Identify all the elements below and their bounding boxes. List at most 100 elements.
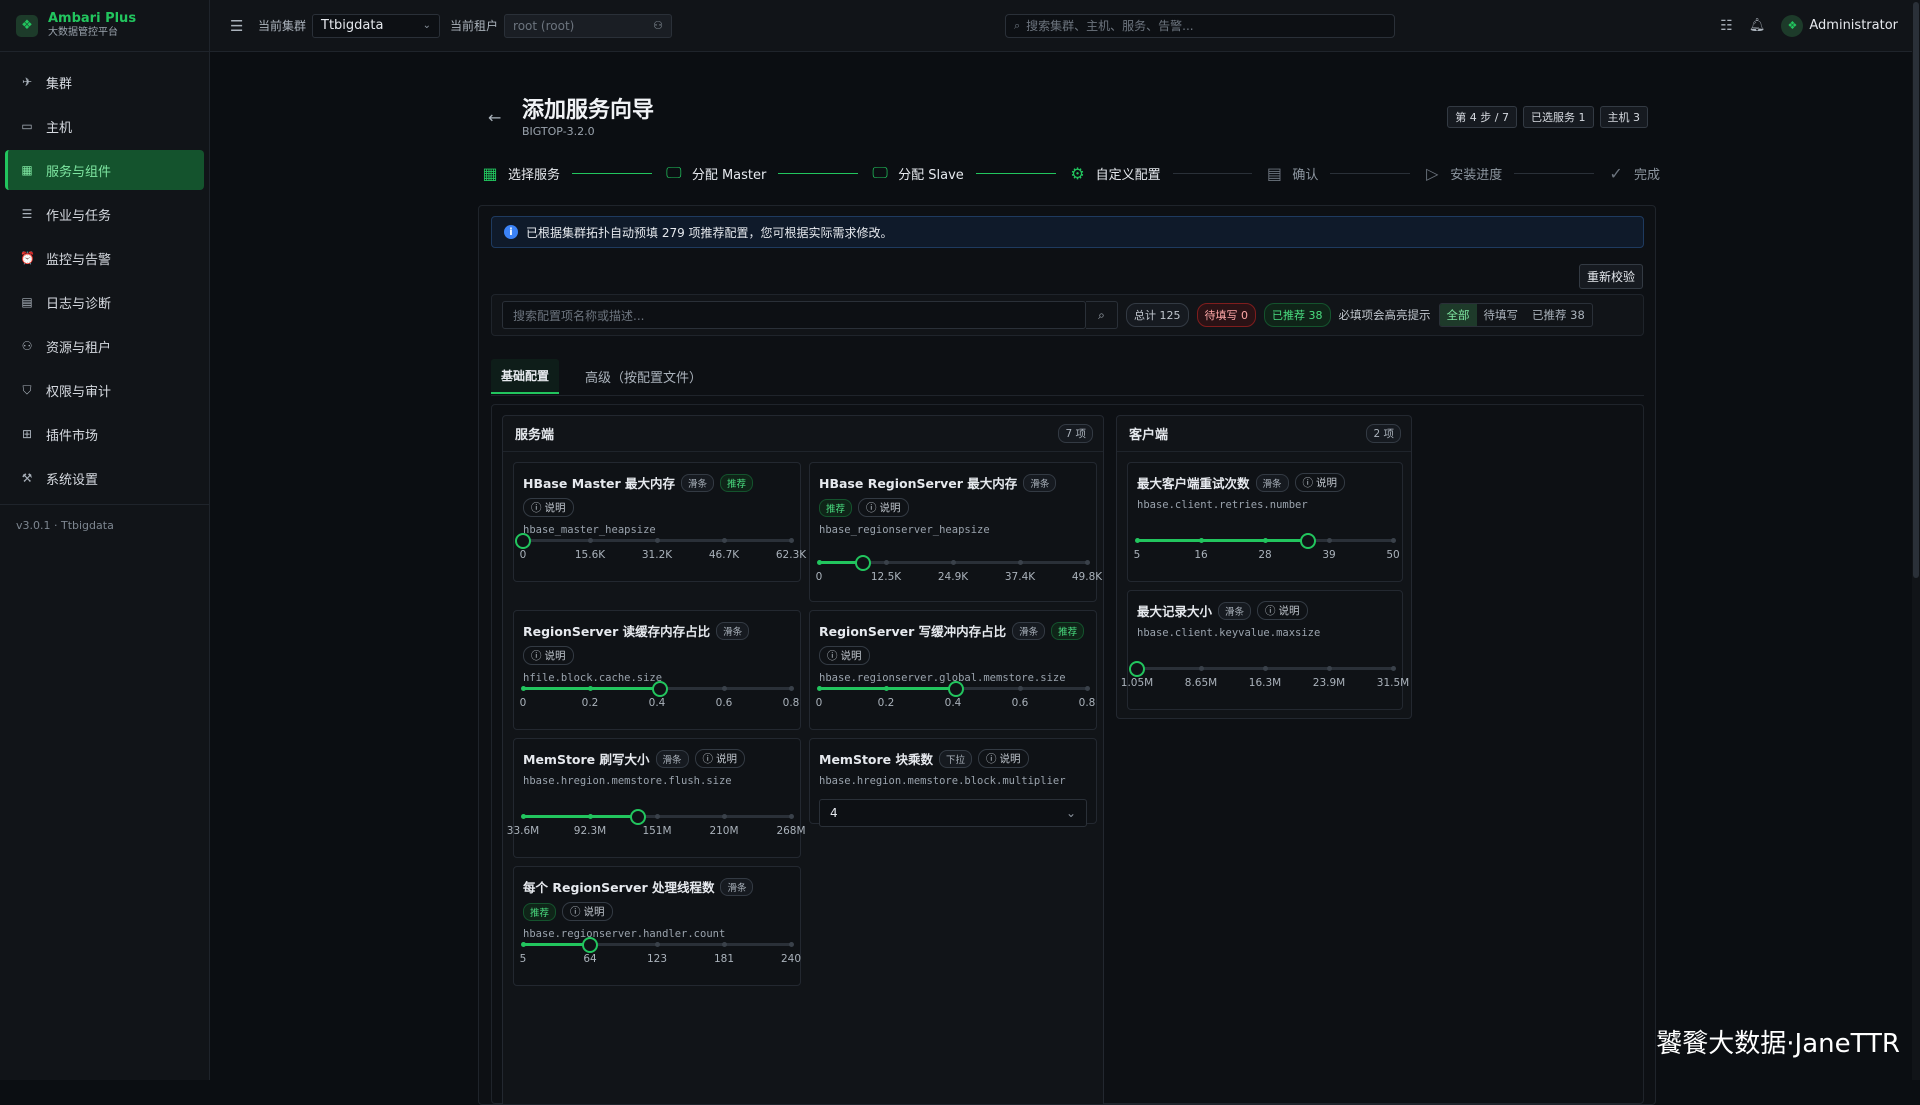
sidebar-item-plugins[interactable]: ⊞插件市场 [5,414,204,454]
user-tree-icon: ⚇ [653,19,663,32]
explain-button[interactable]: ⓘ说明 [819,646,870,665]
config-slider[interactable]: 1.05M8.65M16.3M23.9M31.5M [1137,658,1393,688]
explain-label: 说明 [584,904,605,919]
config-slider[interactable]: 564123181240 [523,934,791,964]
pending-count-pill: 待填写 0 [1197,303,1257,327]
filter-pending[interactable]: 待填写 [1477,304,1526,326]
slider-mark-label: 50 [1386,549,1399,561]
slider-mark-label: 16.3M [1249,677,1281,689]
config-slider[interactable]: 33.6M92.3M151M210M268M [523,806,791,836]
config-search-input[interactable]: 搜索配置项名称或描述... [502,301,1086,329]
config-title: MemStore 刷写大小 [523,749,650,768]
config-card-header: 每个 RegionServer 处理线程数滑条推荐ⓘ说明 [523,877,792,921]
slider-mark-label: 39 [1322,549,1335,561]
step-install-progress: ▷安装进度 [1422,163,1502,183]
sidebar-item-resources[interactable]: ⚇资源与租户 [5,326,204,366]
sidebar-item-jobs[interactable]: ☰作业与任务 [5,194,204,234]
multiplier-select[interactable]: 4⌄ [819,799,1087,827]
back-arrow-icon[interactable]: ← [488,108,501,127]
slider-handle[interactable] [855,555,871,571]
slider-tick [521,686,526,691]
slider-tick [789,538,794,543]
explain-label: 说明 [545,500,566,515]
page-scrollbar[interactable] [1912,0,1920,1080]
cluster-select-value: Ttbigdata [321,18,383,33]
slider-handle[interactable] [515,533,531,549]
sidebar-item-services[interactable]: ▦服务与组件 [5,150,204,190]
topbar: ☰ 当前集群 Ttbigdata ⌄ 当前租户 root (root) ⚇ ⌕ … [210,0,1920,52]
slider-handle[interactable] [630,809,646,825]
tenant-field-placeholder: root (root) [513,19,574,33]
sidebar-item-clusters[interactable]: ✈集群 [5,62,204,102]
slider-mark-label: 0 [816,697,823,709]
tenant-field[interactable]: root (root) ⚇ [504,14,672,38]
config-slider[interactable]: 00.20.40.60.8 [819,678,1087,708]
explain-button[interactable]: ⓘ说明 [978,749,1029,768]
users-icon: ⚇ [20,339,34,353]
explain-button[interactable]: ⓘ说明 [523,646,574,665]
slider-handle[interactable] [1129,661,1145,677]
sidebar-item-label: 集群 [46,73,72,92]
tab-basic-config[interactable]: 基础配置 [491,359,559,394]
bell-icon[interactable]: 🔔︎ [1749,18,1766,33]
global-search-input[interactable]: ⌕ 搜索集群、主机、服务、告警... [1005,14,1395,38]
sidebar-item-settings[interactable]: ⚒系统设置 [5,458,204,498]
explain-button[interactable]: ⓘ说明 [562,902,613,921]
sidebar-item-label: 主机 [46,117,72,136]
scrollbar-thumb[interactable] [1913,2,1919,578]
step-connector [778,173,858,174]
puzzle-icon: ⊞ [20,427,34,441]
explain-button[interactable]: ⓘ说明 [1295,473,1346,492]
config-slider[interactable]: 516283950 [1137,530,1393,560]
step-select-services[interactable]: ▦选择服务 [480,163,560,183]
slider-handle[interactable] [948,681,964,697]
filter-recommended[interactable]: 已推荐 38 [1525,304,1592,326]
explain-button[interactable]: ⓘ说明 [1257,601,1308,620]
explain-button[interactable]: ⓘ说明 [523,498,574,517]
sidebar-item-permissions[interactable]: ⛉权限与审计 [5,370,204,410]
config-slider[interactable]: 015.6K31.2K46.7K62.3K [523,530,791,560]
slider-mark-label: 31.5M [1377,677,1409,689]
slider-mark-label: 0 [816,571,823,583]
slider-handle[interactable] [582,937,598,953]
filter-all[interactable]: 全部 [1440,304,1477,326]
tenant-label: 当前租户 [450,17,498,34]
revalidate-button[interactable]: 重新校验 [1579,264,1643,289]
sidebar-item-logs[interactable]: ▤日志与诊断 [5,282,204,322]
sidebar-item-monitoring[interactable]: ⏰监控与告警 [5,238,204,278]
slider-tick [722,686,727,691]
info-circle-icon: ⓘ [531,500,542,515]
slider-mark-label: 0.6 [716,697,733,709]
slider-handle[interactable] [1300,533,1316,549]
explain-button[interactable]: ⓘ说明 [858,498,909,517]
step-label: 自定义配置 [1096,164,1161,183]
slider-tick [1018,686,1023,691]
brand[interactable]: ❖ Ambari Plus 大数据管控平台 [0,0,209,52]
explain-label: 说明 [880,500,901,515]
step-label: 分配 Slave [898,164,964,183]
config-search-button[interactable]: ⌕ [1086,301,1118,329]
multiplier-select-value: 4 [830,806,838,820]
menu-toggle-icon[interactable]: ☰ [230,17,248,35]
step-assign-master[interactable]: 🖵︎分配 Master [664,163,767,183]
client-group-title: 客户端 [1129,424,1168,443]
slider-mark-label: 15.6K [575,549,605,561]
config-slider[interactable]: 012.5K24.9K37.4K49.8K [819,552,1087,582]
avatar[interactable]: ❖ [1781,15,1803,37]
slider-mark-label: 1.05M [1121,677,1153,689]
step-customize-config[interactable]: ⚙自定义配置 [1068,163,1161,183]
config-card-header: HBase RegionServer 最大内存滑条推荐ⓘ说明 [819,473,1088,517]
explain-button[interactable]: ⓘ说明 [695,749,746,768]
slider-mark-label: 5 [520,953,527,965]
sidebar-item-hosts[interactable]: ▭主机 [5,106,204,146]
slider-handle[interactable] [652,681,668,697]
config-slider[interactable]: 00.20.40.60.8 [523,678,791,708]
user-name[interactable]: Administrator [1809,18,1898,33]
explain-label: 说明 [1000,751,1021,766]
task-list-icon[interactable]: ☷ [1720,18,1733,34]
tab-advanced-config[interactable]: 高级（按配置文件） [575,359,712,394]
slider-tag: 滑条 [720,878,753,896]
cluster-select[interactable]: Ttbigdata ⌄ [312,14,440,38]
step-assign-slave[interactable]: 🖵︎分配 Slave [870,163,964,183]
config-tabs: 基础配置 高级（按配置文件） [491,359,712,394]
